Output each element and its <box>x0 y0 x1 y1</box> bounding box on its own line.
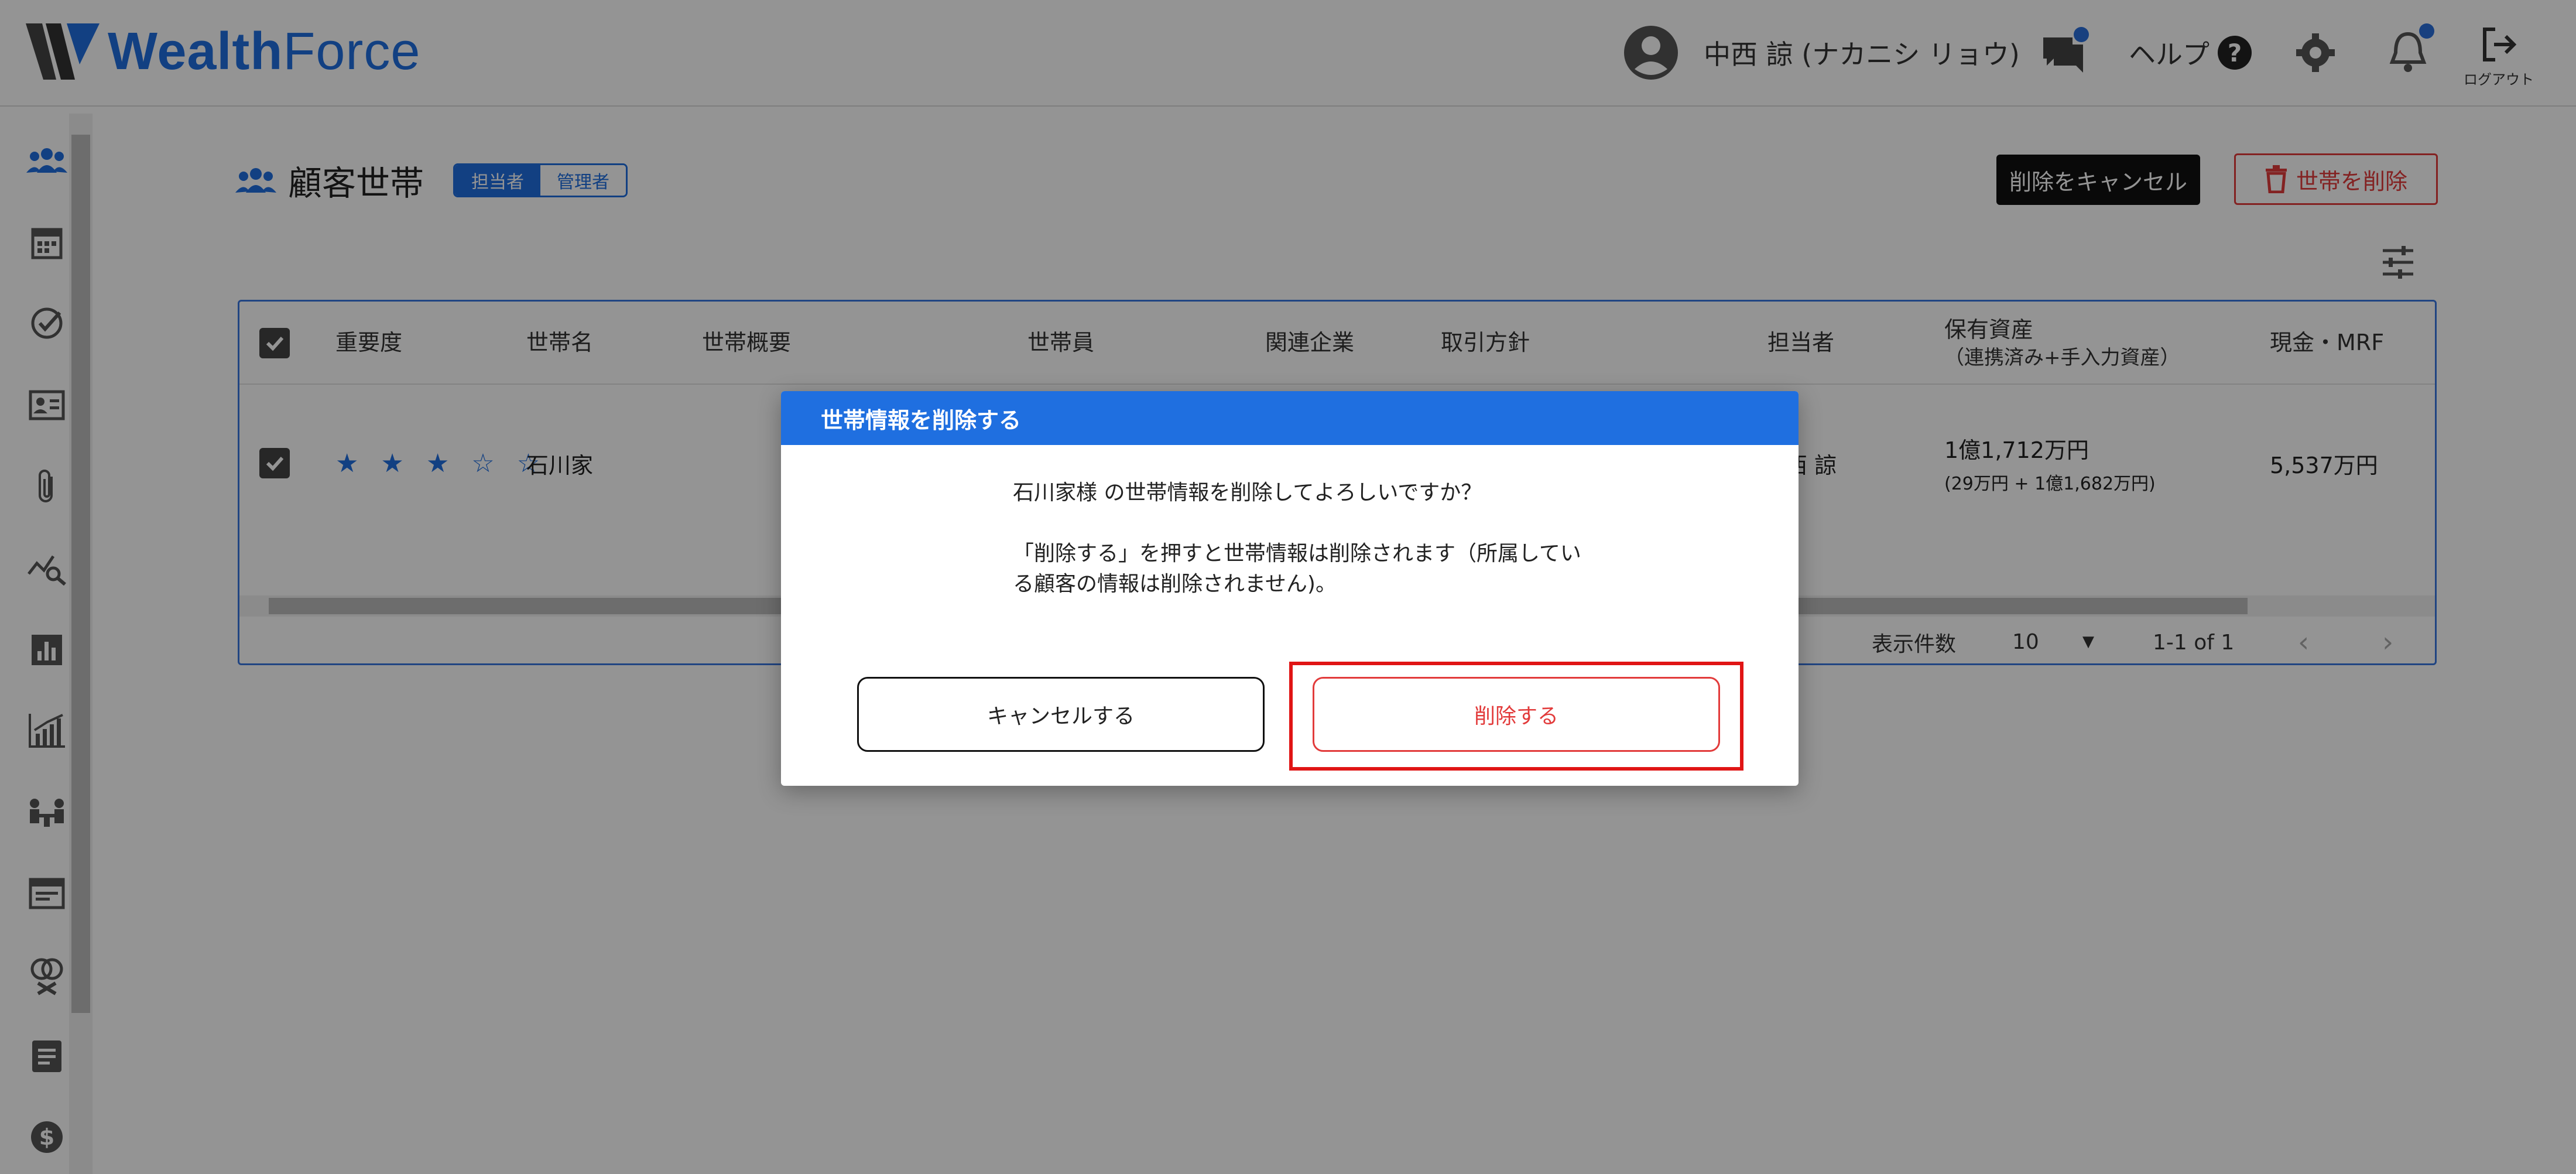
dialog-message-confirm: 石川家様 の世帯情報を削除してよろしいですか？ <box>1013 481 1482 505</box>
dialog-message-note: 「削除する」を押すと世帯情報は削除されます（所属している顧客の情報は削除されませ… <box>1013 542 1581 597</box>
dialog-cancel-button[interactable]: キャンセルする <box>857 677 1265 752</box>
delete-button-highlight <box>1289 662 1743 771</box>
delete-household-dialog: 世帯情報を削除する 石川家様 の世帯情報を削除してよろしいですか？ 「削除する」… <box>781 391 1799 786</box>
dialog-message: 石川家様 の世帯情報を削除してよろしいですか？ 「削除する」を押すと世帯情報は削… <box>1013 478 1598 600</box>
dialog-title: 世帯情報を削除する <box>781 391 1799 445</box>
